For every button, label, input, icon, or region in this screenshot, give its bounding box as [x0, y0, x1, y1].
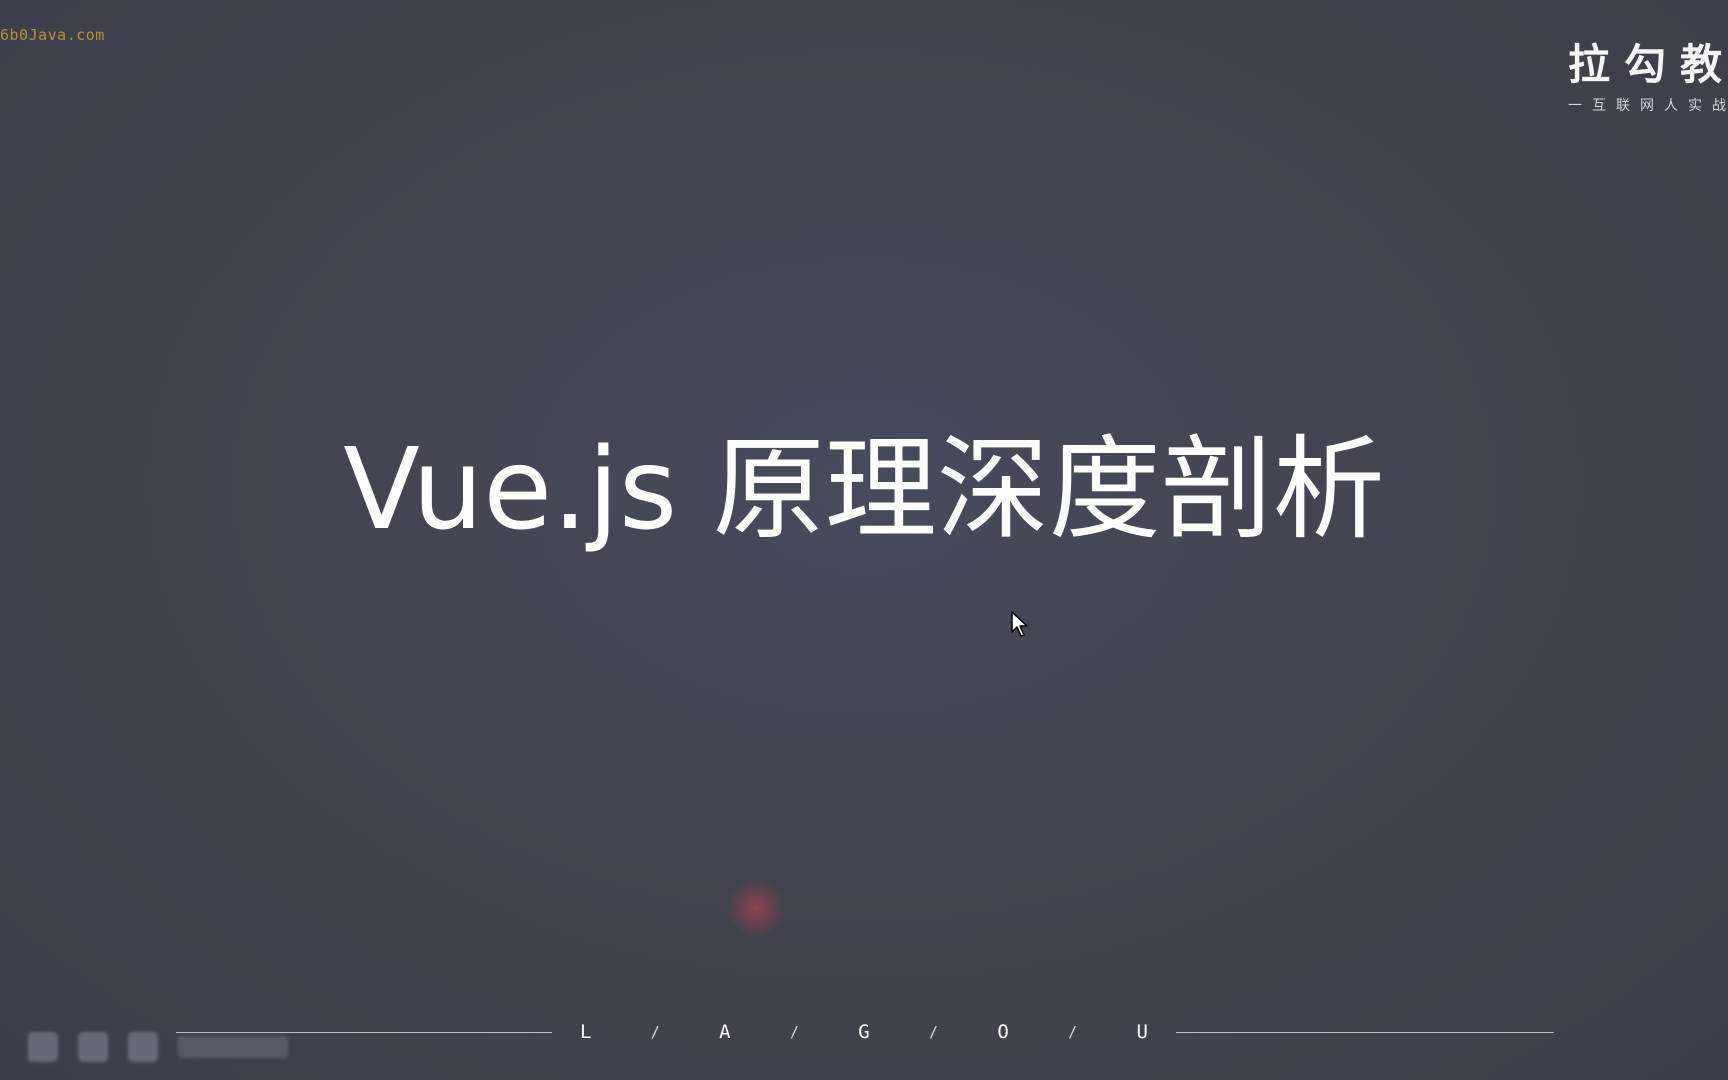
lagou-logo: 拉勾教育 一互联网人实战大学 — [1568, 40, 1728, 120]
footer-letter-u: U — [1136, 1021, 1148, 1043]
app-icon[interactable] — [28, 1032, 58, 1062]
app-icon[interactable] — [128, 1032, 158, 1062]
footer-letter-o: O — [997, 1021, 1009, 1043]
footer-letter-a: A — [719, 1021, 731, 1043]
taskbar-label[interactable] — [178, 1036, 288, 1058]
footer-brand-lagou: L / A / G / O / U — [560, 1020, 1168, 1044]
logo-name: 拉勾教育 — [1568, 40, 1728, 89]
app-icon[interactable] — [78, 1032, 108, 1062]
footer-separator: / — [789, 1023, 799, 1041]
footer-separator: / — [650, 1023, 660, 1041]
video-watermark: 6b0Java.com — [0, 26, 105, 44]
footer-separator: / — [1068, 1023, 1078, 1041]
laser-pointer-spot — [728, 880, 784, 936]
mouse-pointer-icon — [1011, 611, 1028, 637]
slide-title: Vue.js 原理深度剖析 — [343, 425, 1385, 555]
footer-letter-g: G — [858, 1021, 870, 1043]
logo-tagline: 一互联网人实战大学 — [1568, 98, 1728, 114]
footer-letter-l: L — [580, 1021, 592, 1043]
blurred-taskbar — [28, 1022, 288, 1072]
footer-rule-right — [1176, 1032, 1554, 1033]
footer-separator: / — [928, 1023, 939, 1041]
